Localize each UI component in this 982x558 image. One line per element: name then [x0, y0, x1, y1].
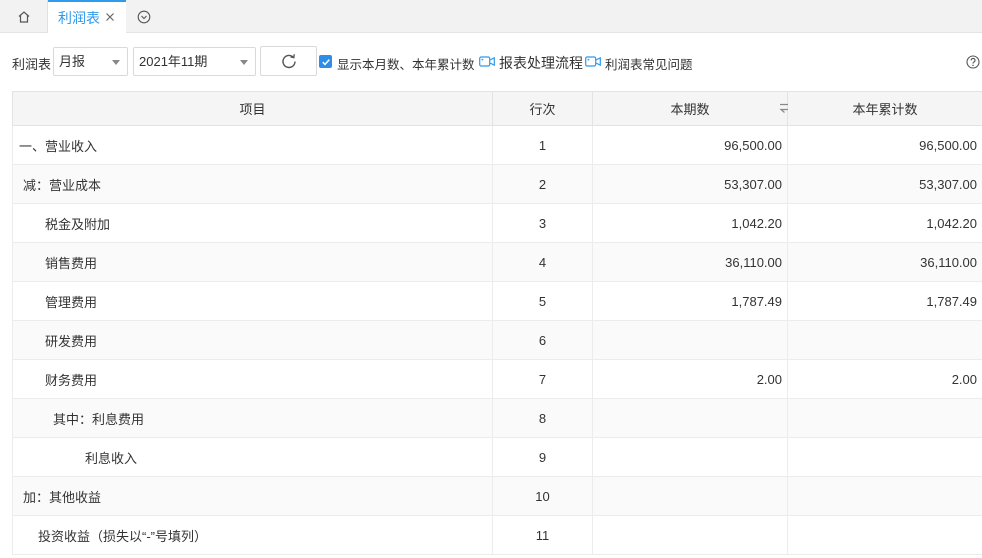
- chevron-down-circle-icon: [137, 10, 151, 23]
- month-select-value: 2021年11期: [139, 54, 208, 69]
- table-row: 销售费用 4 36,110.00 36,110.00: [12, 242, 982, 282]
- help-icon[interactable]: [966, 55, 980, 69]
- table-row: 利息收入 9: [12, 437, 982, 477]
- row-item: 利息收入: [12, 437, 493, 477]
- caret-down-icon: [240, 60, 248, 65]
- show-totals-checkbox[interactable]: [319, 55, 332, 68]
- month-select[interactable]: 2021年11期: [133, 47, 256, 76]
- row-current[interactable]: 53,307.00: [592, 164, 788, 204]
- row-line: 11: [492, 515, 593, 555]
- table-header-row: 项目 行次 本期数 本年累计数: [12, 91, 982, 126]
- table-row: 研发费用 6: [12, 320, 982, 360]
- row-current[interactable]: 96,500.00: [592, 125, 788, 165]
- report-label: 利润表: [12, 57, 52, 72]
- row-ytd[interactable]: 53,307.00: [787, 164, 982, 204]
- table-row: 其中：利息费用 8: [12, 398, 982, 438]
- header-current-label: 本期数: [670, 102, 710, 117]
- video-icon: [479, 56, 495, 67]
- row-current[interactable]: 1,042.20: [592, 203, 788, 243]
- tab-home[interactable]: [0, 0, 48, 33]
- row-current[interactable]: [592, 398, 788, 438]
- row-item: 减：营业成本: [12, 164, 493, 204]
- table-row: 一、营业收入 1 96,500.00 96,500.00: [12, 125, 982, 165]
- process-link[interactable]: 报表处理流程: [499, 53, 583, 73]
- row-current[interactable]: [592, 320, 788, 360]
- row-item: 投资收益（损失以“-”号填列）: [12, 515, 493, 555]
- table-row: 减：营业成本 2 53,307.00 53,307.00: [12, 164, 982, 204]
- video-icon: [585, 56, 601, 67]
- row-ytd[interactable]: [787, 476, 982, 516]
- row-line: 3: [492, 203, 593, 243]
- row-ytd[interactable]: [787, 320, 982, 360]
- row-ytd[interactable]: 1,787.49: [787, 281, 982, 321]
- row-ytd[interactable]: 96,500.00: [787, 125, 982, 165]
- row-line: 6: [492, 320, 593, 360]
- row-ytd[interactable]: 36,110.00: [787, 242, 982, 282]
- row-line: 7: [492, 359, 593, 399]
- table-row: 税金及附加 3 1,042.20 1,042.20: [12, 203, 982, 243]
- row-item: 管理费用: [12, 281, 493, 321]
- refresh-button[interactable]: [260, 46, 317, 76]
- period-select[interactable]: 月报: [53, 47, 128, 76]
- period-select-value: 月报: [59, 54, 86, 69]
- refresh-icon: [281, 54, 296, 69]
- row-current[interactable]: [592, 437, 788, 477]
- caret-down-icon: [112, 60, 120, 65]
- row-ytd[interactable]: [787, 398, 982, 438]
- toolbar: 利润表 月报 2021年11期 显示本月数、本年累计数 报表处理流程 利润表常见…: [0, 33, 982, 91]
- row-current[interactable]: 36,110.00: [592, 242, 788, 282]
- tab-bar: 利润表: [0, 0, 982, 34]
- row-line: 10: [492, 476, 593, 516]
- row-line: 5: [492, 281, 593, 321]
- header-item: 项目: [12, 91, 493, 126]
- header-ytd: 本年累计数: [787, 91, 982, 126]
- row-line: 4: [492, 242, 593, 282]
- tab-more-button[interactable]: [126, 0, 162, 33]
- home-icon: [18, 10, 29, 23]
- close-icon[interactable]: [104, 11, 116, 23]
- row-item: 加：其他收益: [12, 476, 493, 516]
- header-line: 行次: [492, 91, 593, 126]
- row-item: 一、营业收入: [12, 125, 493, 165]
- faq-link[interactable]: 利润表常见问题: [605, 54, 693, 73]
- row-current[interactable]: 2.00: [592, 359, 788, 399]
- row-line: 8: [492, 398, 593, 438]
- row-line: 1: [492, 125, 593, 165]
- profit-statement-table: 项目 行次 本期数 本年累计数 一、营业收入 1 96,500.00 96,50…: [12, 91, 982, 555]
- row-item: 其中：利息费用: [12, 398, 493, 438]
- row-ytd[interactable]: 1,042.20: [787, 203, 982, 243]
- row-item: 财务费用: [12, 359, 493, 399]
- row-current[interactable]: 1,787.49: [592, 281, 788, 321]
- checkmark-icon: [321, 58, 330, 65]
- tab-label: 利润表: [58, 10, 100, 26]
- row-ytd[interactable]: [787, 437, 982, 477]
- header-current: 本期数: [592, 91, 795, 126]
- table-row: 投资收益（损失以“-”号填列） 11: [12, 515, 982, 555]
- row-current[interactable]: [592, 476, 788, 516]
- row-item: 销售费用: [12, 242, 493, 282]
- row-line: 9: [492, 437, 593, 477]
- row-current[interactable]: [592, 515, 788, 555]
- table-row: 财务费用 7 2.00 2.00: [12, 359, 982, 399]
- row-ytd[interactable]: [787, 515, 982, 555]
- table-row: 管理费用 5 1,787.49 1,787.49: [12, 281, 982, 321]
- row-ytd[interactable]: 2.00: [787, 359, 982, 399]
- show-totals-label[interactable]: 显示本月数、本年累计数: [337, 54, 475, 73]
- row-item: 税金及附加: [12, 203, 493, 243]
- table-row: 加：其他收益 10: [12, 476, 982, 516]
- row-line: 2: [492, 164, 593, 204]
- tab-profit-statement[interactable]: 利润表: [48, 0, 126, 34]
- row-item: 研发费用: [12, 320, 493, 360]
